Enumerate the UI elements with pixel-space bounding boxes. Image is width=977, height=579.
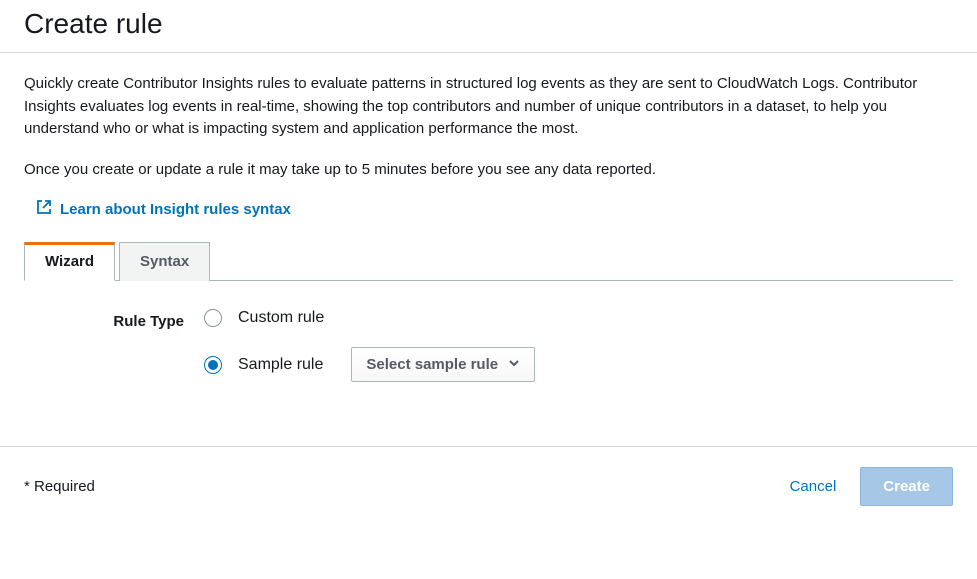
learn-syntax-link[interactable]: Learn about Insight rules syntax [36,199,291,219]
tabs-container: Wizard Syntax [24,241,953,281]
radio-sample-rule-label: Sample rule [238,356,323,374]
tab-syntax[interactable]: Syntax [119,242,210,281]
create-button[interactable]: Create [860,467,953,506]
chevron-down-icon [508,356,520,373]
radio-custom-rule-label: Custom rule [238,309,324,327]
learn-syntax-link-label: Learn about Insight rules syntax [60,201,291,218]
select-sample-rule-label: Select sample rule [366,356,498,373]
select-sample-rule-dropdown[interactable]: Select sample rule [351,347,535,382]
description-text-2: Once you create or update a rule it may … [24,159,953,182]
tab-wizard[interactable]: Wizard [24,242,115,281]
radio-custom-rule[interactable] [204,309,222,327]
page-title: Create rule [24,8,953,40]
required-note: * Required [24,478,95,495]
radio-sample-rule[interactable] [204,356,222,374]
cancel-button[interactable]: Cancel [790,478,837,495]
external-link-icon [36,199,52,219]
description-text-1: Quickly create Contributor Insights rule… [24,73,953,141]
rule-type-label: Rule Type [24,309,184,330]
